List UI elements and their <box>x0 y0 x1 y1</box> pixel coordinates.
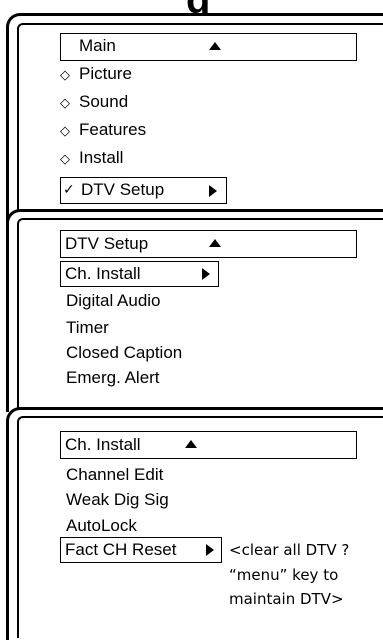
reset-note-line-2: “menu” key to <box>229 566 339 584</box>
menu-item-picture[interactable]: Picture <box>79 64 132 84</box>
menu-item-install[interactable]: Install <box>79 148 123 168</box>
diamond-bullet-icon: ◇ <box>60 96 70 111</box>
submenu-arrow-icon <box>202 268 210 280</box>
menu-item-fact-ch-reset-label: Fact CH Reset <box>65 540 177 559</box>
menu-item-sound[interactable]: Sound <box>79 92 128 112</box>
main-menu-title: Main <box>79 36 116 55</box>
menu-item-dtv-setup[interactable]: ✓ DTV Setup <box>60 177 227 204</box>
diamond-bullet-icon: ◇ <box>60 152 70 167</box>
scroll-up-arrow-icon <box>209 239 221 247</box>
menu-item-ch-install[interactable]: Ch. Install <box>60 261 219 287</box>
diamond-bullet-icon: ◇ <box>60 124 70 139</box>
menu-item-autolock[interactable]: AutoLock <box>66 516 137 536</box>
menu-item-ch-install-label: Ch. Install <box>65 264 141 283</box>
dtv-setup-header[interactable]: DTV Setup <box>60 230 357 258</box>
menu-item-timer[interactable]: Timer <box>66 318 109 338</box>
submenu-arrow-icon <box>206 544 214 556</box>
menu-item-closed-caption[interactable]: Closed Caption <box>66 343 182 363</box>
reset-note-line-1: <clear all DTV ? <box>229 541 350 559</box>
menu-item-fact-ch-reset[interactable]: Fact CH Reset <box>60 537 222 563</box>
main-menu-header[interactable]: Main <box>60 33 357 61</box>
menu-item-features[interactable]: Features <box>79 120 146 140</box>
check-mark-icon: ✓ <box>63 182 75 198</box>
diamond-bullet-icon: ◇ <box>60 68 70 83</box>
menu-item-dtv-setup-label: DTV Setup <box>81 180 165 199</box>
menu-item-emerg-alert[interactable]: Emerg. Alert <box>66 368 160 388</box>
ch-install-header[interactable]: Ch. Install <box>60 431 357 459</box>
scroll-up-arrow-icon <box>209 42 221 50</box>
menu-item-channel-edit[interactable]: Channel Edit <box>66 465 163 485</box>
menu-item-weak-dig-sig[interactable]: Weak Dig Sig <box>66 490 169 510</box>
scroll-up-arrow-icon <box>185 440 197 448</box>
menu-item-digital-audio[interactable]: Digital Audio <box>66 291 161 311</box>
reset-note-line-3: maintain DTV> <box>229 590 344 608</box>
submenu-arrow-icon <box>209 185 217 197</box>
dtv-setup-title: DTV Setup <box>65 234 149 253</box>
ch-install-title: Ch. Install <box>65 435 141 454</box>
